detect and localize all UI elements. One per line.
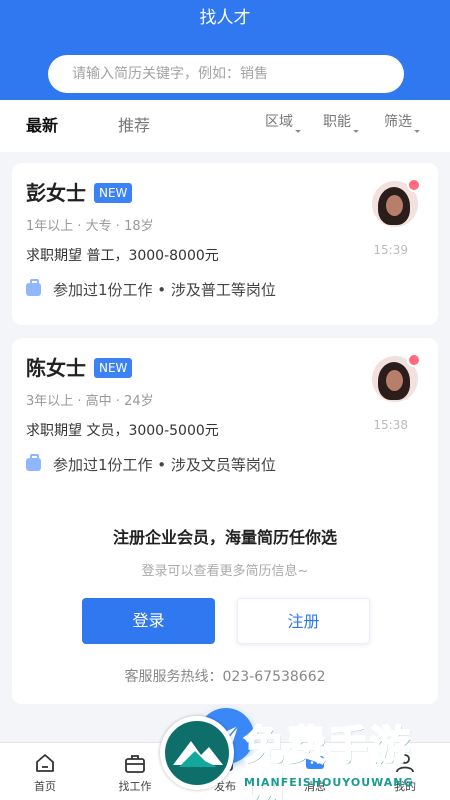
- login-prompt-panel: 注册企业会员，海量简历任你选 登录可以查看更多简历信息~ 登录 注册 客服服务热…: [12, 500, 438, 704]
- candidate-history: 参加过1份工作 • 涉及文员等岗位: [26, 454, 276, 476]
- briefcase-icon: [125, 755, 145, 773]
- history-text: 参加过1份工作 • 涉及普工等岗位: [53, 281, 276, 299]
- female-dot-icon: [407, 353, 421, 367]
- triangle-down-icon: [295, 127, 301, 133]
- filter-more[interactable]: 筛选: [384, 112, 420, 133]
- update-time: 15:38: [373, 418, 408, 432]
- app-header: 找人才: [0, 0, 450, 100]
- new-badge: NEW: [94, 358, 133, 378]
- candidate-name: 陈女士: [26, 356, 86, 380]
- login-prompt-title: 注册企业会员，海量简历任你选: [112, 528, 337, 547]
- login-prompt-subtitle: 登录可以查看更多简历信息~: [141, 564, 309, 579]
- site-watermark: 免费手游网 MIANFEISHOUYOUWANG: [160, 716, 450, 800]
- filter-function-label: 职能: [323, 114, 351, 130]
- filter-region-label: 区域: [265, 114, 293, 130]
- home-icon: [36, 754, 54, 772]
- candidate-meta: 1年以上 · 大专 · 18岁: [26, 219, 154, 234]
- triangle-down-icon: [353, 127, 359, 133]
- avatar: [372, 353, 421, 402]
- candidate-expectation: 求职期望 普工，3000-8000元: [26, 248, 219, 264]
- update-time: 15:39: [373, 243, 408, 257]
- history-text: 参加过1份工作 • 涉及文员等岗位: [53, 456, 276, 474]
- tab-home[interactable]: 首页: [15, 751, 75, 794]
- search-bar[interactable]: [48, 55, 404, 93]
- candidate-name: 彭女士: [26, 181, 86, 205]
- briefcase-icon: [26, 454, 41, 471]
- watermark-logo: [160, 716, 234, 790]
- candidate-meta: 3年以上 · 高中 · 24岁: [26, 394, 154, 409]
- tab-home-label: 首页: [34, 780, 56, 793]
- candidate-card[interactable]: 陈女士 NEW 3年以上 · 高中 · 24岁 求职期望 文员，3000-500…: [12, 338, 438, 500]
- tab-latest[interactable]: 最新: [26, 114, 58, 138]
- tab-bar: 最新 推荐 区域 职能 筛选: [0, 100, 450, 152]
- register-button[interactable]: 注册: [237, 598, 370, 644]
- tab-find-job[interactable]: 找工作: [105, 751, 165, 794]
- login-button[interactable]: 登录: [82, 598, 215, 644]
- candidate-history: 参加过1份工作 • 涉及普工等岗位: [26, 279, 276, 301]
- tab-recommend[interactable]: 推荐: [118, 114, 150, 138]
- filter-function[interactable]: 职能: [323, 112, 359, 133]
- triangle-down-icon: [414, 127, 420, 133]
- watermark-subtitle: MIANFEISHOUYOUWANG: [244, 776, 414, 789]
- tab-find-job-label: 找工作: [118, 780, 152, 793]
- avatar-face: [386, 370, 403, 391]
- service-hotline: 客服服务热线：023-67538662: [124, 669, 326, 685]
- mountain-logo-icon: [173, 741, 223, 767]
- avatar-face: [386, 195, 403, 216]
- filter-more-label: 筛选: [384, 114, 412, 130]
- candidate-expectation: 求职期望 文员，3000-5000元: [26, 423, 219, 439]
- search-input[interactable]: [48, 55, 404, 93]
- page-title: 找人才: [199, 8, 251, 28]
- new-badge: NEW: [94, 183, 133, 203]
- candidate-card[interactable]: 彭女士 NEW 1年以上 · 大专 · 18岁 求职期望 普工，3000-800…: [12, 163, 438, 325]
- avatar: [372, 178, 421, 227]
- female-dot-icon: [407, 178, 421, 192]
- filter-region[interactable]: 区域: [265, 112, 301, 133]
- briefcase-icon: [26, 279, 41, 296]
